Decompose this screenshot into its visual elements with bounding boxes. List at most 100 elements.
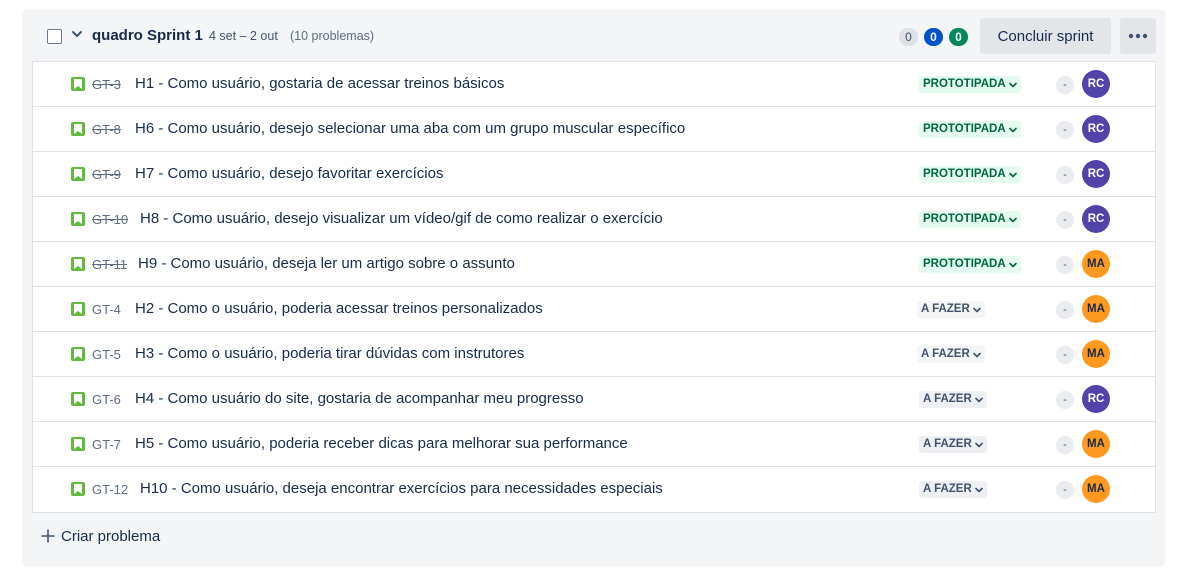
- status-dropdown[interactable]: A FAZER: [919, 436, 987, 453]
- issue-key[interactable]: GT-10: [92, 212, 128, 227]
- create-issue-label: Criar problema: [61, 527, 161, 545]
- chevron-down-icon: [1008, 127, 1017, 132]
- issue-row[interactable]: GT-7 H5 - Como usuário, poderia receber …: [33, 422, 1155, 467]
- assignee-avatar[interactable]: MA: [1082, 475, 1110, 503]
- story-points-estimate[interactable]: -: [1056, 211, 1074, 229]
- assignee-avatar[interactable]: RC: [1082, 205, 1110, 233]
- status-dropdown[interactable]: PROTOTIPADA: [919, 76, 1021, 93]
- more-actions-button[interactable]: [1120, 18, 1156, 54]
- complete-sprint-button[interactable]: Concluir sprint: [980, 18, 1111, 54]
- story-icon: [71, 122, 85, 136]
- plus-icon: [41, 529, 55, 543]
- issue-summary[interactable]: H8 - Como usuário, desejo visualizar um …: [140, 210, 663, 227]
- story-icon: [71, 77, 85, 91]
- story-icon: [71, 257, 85, 271]
- story-points-estimate[interactable]: -: [1056, 346, 1074, 364]
- issue-row[interactable]: GT-6 H4 - Como usuário do site, gostaria…: [33, 377, 1155, 422]
- story-points-estimate[interactable]: -: [1056, 301, 1074, 319]
- issue-key[interactable]: GT-9: [92, 167, 121, 182]
- assignee-avatar[interactable]: RC: [1082, 160, 1110, 188]
- status-label: A FAZER: [923, 483, 972, 495]
- in-progress-count-badge: 0: [924, 28, 943, 46]
- issue-row[interactable]: GT-5 H3 - Como o usuário, poderia tirar …: [33, 332, 1155, 377]
- chevron-down-icon: [972, 307, 981, 312]
- issue-list: GT-3 H1 - Como usuário, gostaria de aces…: [32, 61, 1156, 513]
- issue-key[interactable]: GT-5: [92, 347, 121, 362]
- chevron-down-icon: [972, 352, 981, 357]
- story-icon: [71, 167, 85, 181]
- issue-summary[interactable]: H1 - Como usuário, gostaria de acessar t…: [135, 75, 504, 92]
- assignee-avatar[interactable]: RC: [1082, 385, 1110, 413]
- issue-key[interactable]: GT-12: [92, 482, 128, 497]
- issue-summary[interactable]: H7 - Como usuário, desejo favoritar exer…: [135, 165, 443, 182]
- status-label: A FAZER: [921, 348, 970, 360]
- issue-summary[interactable]: H9 - Como usuário, deseja ler um artigo …: [138, 255, 515, 272]
- issue-row[interactable]: GT-8 H6 - Como usuário, desejo seleciona…: [33, 107, 1155, 152]
- story-points-estimate[interactable]: -: [1056, 391, 1074, 409]
- issue-key[interactable]: GT-11: [92, 257, 127, 272]
- chevron-down-icon[interactable]: [70, 27, 84, 41]
- story-icon: [71, 482, 85, 496]
- issue-row[interactable]: GT-3 H1 - Como usuário, gostaria de aces…: [33, 62, 1155, 107]
- status-label: PROTOTIPADA: [923, 258, 1006, 270]
- status-dropdown[interactable]: A FAZER: [919, 391, 987, 408]
- story-icon: [71, 347, 85, 361]
- create-issue-button[interactable]: Criar problema: [41, 524, 160, 548]
- sprint-header: quadro Sprint 1 4 set – 2 out (10 proble…: [22, 10, 1165, 62]
- more-horizontal-icon: [1128, 33, 1148, 39]
- story-icon: [71, 437, 85, 451]
- story-icon: [71, 212, 85, 226]
- status-dropdown[interactable]: PROTOTIPADA: [919, 121, 1021, 138]
- status-dropdown[interactable]: A FAZER: [919, 481, 987, 498]
- issue-row[interactable]: GT-4 H2 - Como o usuário, poderia acessa…: [33, 287, 1155, 332]
- story-points-estimate[interactable]: -: [1056, 121, 1074, 139]
- sprint-title: quadro Sprint 1: [92, 27, 203, 44]
- status-dropdown[interactable]: A FAZER: [917, 346, 985, 363]
- issue-summary[interactable]: H2 - Como o usuário, poderia acessar tre…: [135, 300, 543, 317]
- story-points-estimate[interactable]: -: [1056, 436, 1074, 454]
- sprint-issue-count: (10 problemas): [290, 29, 375, 43]
- sprint-dates: 4 set – 2 out: [209, 29, 278, 43]
- done-count-badge: 0: [949, 28, 968, 46]
- issue-key[interactable]: GT-4: [92, 302, 121, 317]
- story-points-estimate[interactable]: -: [1056, 481, 1074, 499]
- sprint-select-checkbox[interactable]: [47, 29, 62, 44]
- status-dropdown[interactable]: PROTOTIPADA: [919, 256, 1021, 273]
- story-points-estimate[interactable]: -: [1056, 166, 1074, 184]
- story-icon: [71, 302, 85, 316]
- assignee-avatar[interactable]: MA: [1082, 430, 1110, 458]
- assignee-avatar[interactable]: MA: [1082, 295, 1110, 323]
- status-label: PROTOTIPADA: [923, 78, 1006, 90]
- assignee-avatar[interactable]: RC: [1082, 70, 1110, 98]
- assignee-avatar[interactable]: MA: [1082, 340, 1110, 368]
- assignee-avatar[interactable]: RC: [1082, 115, 1110, 143]
- issue-row[interactable]: GT-12 H10 - Como usuário, deseja encontr…: [33, 467, 1155, 512]
- status-dropdown[interactable]: PROTOTIPADA: [919, 166, 1021, 183]
- issue-key[interactable]: GT-6: [92, 392, 121, 407]
- issue-summary[interactable]: H5 - Como usuário, poderia receber dicas…: [135, 435, 628, 452]
- issue-summary[interactable]: H3 - Como o usuário, poderia tirar dúvid…: [135, 345, 524, 362]
- story-points-estimate[interactable]: -: [1056, 76, 1074, 94]
- issue-summary[interactable]: H6 - Como usuário, desejo selecionar uma…: [135, 120, 685, 137]
- todo-count-badge: 0: [899, 28, 918, 46]
- chevron-down-icon: [1008, 217, 1017, 222]
- assignee-avatar[interactable]: MA: [1082, 250, 1110, 278]
- story-icon: [71, 392, 85, 406]
- issue-key[interactable]: GT-8: [92, 122, 121, 137]
- status-dropdown[interactable]: PROTOTIPADA: [919, 211, 1021, 228]
- issue-key[interactable]: GT-3: [92, 77, 121, 92]
- status-label: PROTOTIPADA: [923, 123, 1006, 135]
- issue-row[interactable]: GT-11 H9 - Como usuário, deseja ler um a…: [33, 242, 1155, 287]
- story-points-estimate[interactable]: -: [1056, 256, 1074, 274]
- issue-summary[interactable]: H4 - Como usuário do site, gostaria de a…: [135, 390, 584, 407]
- issue-key[interactable]: GT-7: [92, 437, 121, 452]
- issue-summary[interactable]: H10 - Como usuário, deseja encontrar exe…: [140, 480, 663, 497]
- issue-row[interactable]: GT-9 H7 - Como usuário, desejo favoritar…: [33, 152, 1155, 197]
- status-label: A FAZER: [921, 303, 970, 315]
- status-dropdown[interactable]: A FAZER: [917, 301, 985, 318]
- chevron-down-icon: [974, 397, 983, 402]
- chevron-down-icon: [974, 487, 983, 492]
- chevron-down-icon: [974, 442, 983, 447]
- issue-row[interactable]: GT-10 H8 - Como usuário, desejo visualiz…: [33, 197, 1155, 242]
- chevron-down-icon: [1008, 172, 1017, 177]
